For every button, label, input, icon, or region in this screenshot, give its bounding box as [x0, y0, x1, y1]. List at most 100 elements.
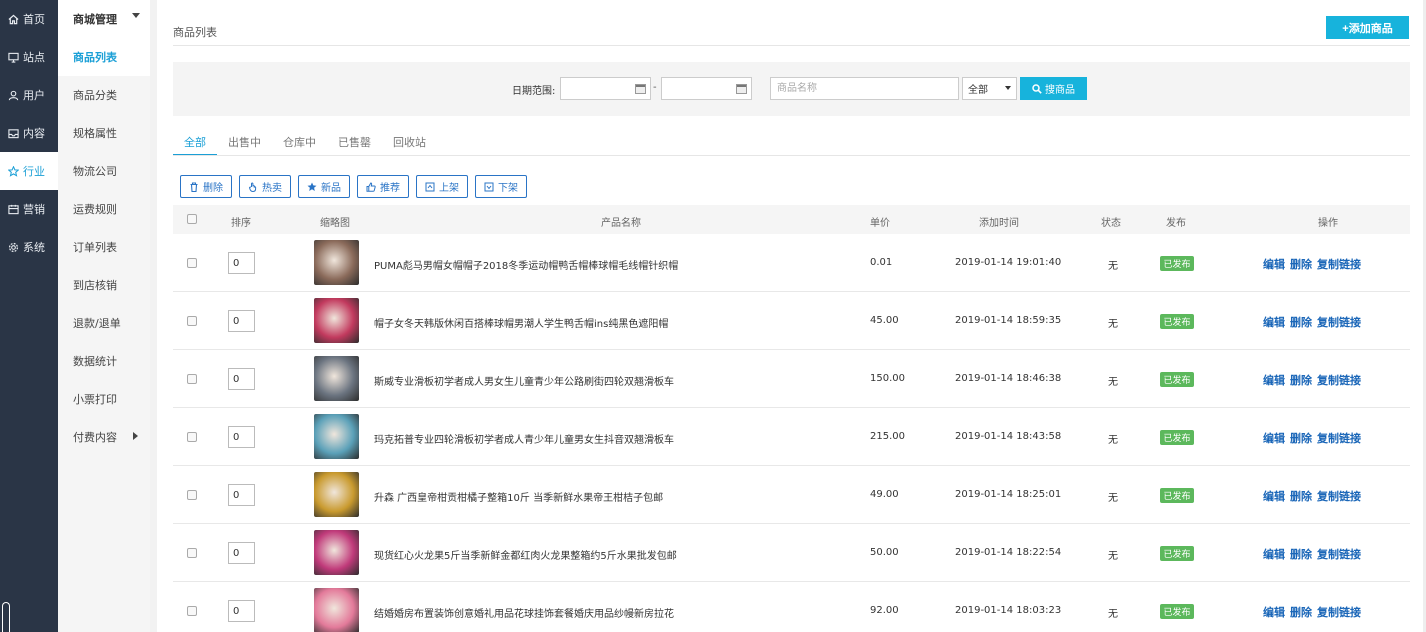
- edit-link[interactable]: 编辑: [1263, 372, 1285, 388]
- product-name[interactable]: 结婚婚房布置装饰创意婚礼用品花球挂饰套餐婚庆用品纱幔新房拉花: [374, 605, 674, 620]
- sidebar-item-product-category[interactable]: 商品分类: [58, 76, 150, 114]
- nav-item-content[interactable]: 内容: [0, 114, 58, 152]
- nav-item-system[interactable]: 系统: [0, 228, 58, 266]
- sidebar-group-shop[interactable]: 商城管理: [58, 0, 150, 38]
- row-checkbox[interactable]: [187, 316, 197, 326]
- copy-link-link[interactable]: 复制链接: [1317, 314, 1361, 330]
- copy-link-link[interactable]: 复制链接: [1317, 372, 1361, 388]
- delete-link[interactable]: 删除: [1290, 488, 1312, 504]
- search-products-button[interactable]: 搜商品: [1020, 77, 1087, 100]
- main-panel: 商品列表 +添加商品 日期范围: - 全部 搜商品 全部 出售中 仓库中 已售罄…: [157, 0, 1426, 632]
- product-thumbnail[interactable]: [314, 472, 359, 517]
- edit-link[interactable]: 编辑: [1263, 488, 1285, 504]
- row-checkbox[interactable]: [187, 548, 197, 558]
- sidebar-item-orders[interactable]: 订单列表: [58, 228, 150, 266]
- sidebar-item-store-verify[interactable]: 到店核销: [58, 266, 150, 304]
- sidebar-item-refunds[interactable]: 退款/退单: [58, 304, 150, 342]
- product-thumbnail[interactable]: [314, 414, 359, 459]
- sidebar-item-spec-attributes[interactable]: 规格属性: [58, 114, 150, 152]
- sidebar-item-receipt-print[interactable]: 小票打印: [58, 380, 150, 418]
- added-time: 2019-01-14 19:01:40: [955, 257, 1062, 268]
- sidebar-item-logistics[interactable]: 物流公司: [58, 152, 150, 190]
- end-date-input[interactable]: [661, 77, 752, 100]
- delete-link[interactable]: 删除: [1290, 256, 1312, 272]
- nav-item-marketing[interactable]: 营销: [0, 190, 58, 228]
- product-name[interactable]: 升森 广西皇帝柑贡柑橘子整箱10斤 当季新鲜水果帝王柑桔子包邮: [374, 489, 663, 504]
- sidebar-item-shipping-rules[interactable]: 运费规则: [58, 190, 150, 228]
- row-checkbox[interactable]: [187, 432, 197, 442]
- product-thumbnail[interactable]: [314, 356, 359, 401]
- status-select[interactable]: 全部: [962, 77, 1017, 100]
- sidebar-item-statistics[interactable]: 数据统计: [58, 342, 150, 380]
- sort-order-input[interactable]: [228, 426, 255, 448]
- list-button[interactable]: 上架: [416, 175, 468, 198]
- status-badge: 已发布: [1160, 488, 1194, 503]
- edit-link[interactable]: 编辑: [1263, 314, 1285, 330]
- date-range-separator: -: [653, 82, 657, 93]
- sort-order-input[interactable]: [228, 484, 255, 506]
- tab-all[interactable]: 全部: [173, 128, 217, 156]
- delete-button[interactable]: 删除: [180, 175, 232, 198]
- edit-link[interactable]: 编辑: [1263, 256, 1285, 272]
- added-time: 2019-01-14 18:25:01: [955, 489, 1062, 500]
- edit-link[interactable]: 编辑: [1263, 546, 1285, 562]
- title-divider: [173, 45, 1410, 46]
- row-checkbox[interactable]: [187, 606, 197, 616]
- nav-item-label: 内容: [23, 127, 45, 140]
- start-date-input[interactable]: [560, 77, 651, 100]
- header-price: 单价: [870, 218, 890, 229]
- nav-item-industry[interactable]: 行业: [0, 152, 58, 190]
- edit-link[interactable]: 编辑: [1263, 430, 1285, 446]
- sort-order-input[interactable]: [228, 310, 255, 332]
- delete-link[interactable]: 删除: [1290, 546, 1312, 562]
- sort-order-input[interactable]: [228, 542, 255, 564]
- delete-link[interactable]: 删除: [1290, 430, 1312, 446]
- product-name[interactable]: 玛克拓普专业四轮滑板初学者成人青少年儿童男女生抖音双翘滑板车: [374, 431, 674, 446]
- search-icon: [1032, 83, 1042, 94]
- sort-order-input[interactable]: [228, 368, 255, 390]
- product-name-input[interactable]: [770, 77, 959, 100]
- delist-button[interactable]: 下架: [475, 175, 527, 198]
- recommend-button[interactable]: 推荐: [357, 175, 409, 198]
- copy-link-link[interactable]: 复制链接: [1317, 488, 1361, 504]
- button-label: 热卖: [262, 183, 282, 194]
- copy-link-link[interactable]: 复制链接: [1317, 546, 1361, 562]
- new-product-button[interactable]: 新品: [298, 175, 350, 198]
- scrollbar-handle[interactable]: [2, 602, 10, 632]
- nav-item-site[interactable]: 站点: [0, 38, 58, 76]
- delete-link[interactable]: 删除: [1290, 314, 1312, 330]
- product-thumbnail[interactable]: [314, 240, 359, 285]
- product-thumbnail[interactable]: [314, 298, 359, 343]
- copy-link-link[interactable]: 复制链接: [1317, 430, 1361, 446]
- nav-item-home[interactable]: 首页: [0, 0, 58, 38]
- select-all-checkbox[interactable]: [187, 214, 197, 224]
- sidebar-item-product-list[interactable]: 商品列表: [58, 38, 150, 76]
- sort-order-input[interactable]: [228, 252, 255, 274]
- row-checkbox[interactable]: [187, 374, 197, 384]
- copy-link-link[interactable]: 复制链接: [1317, 256, 1361, 272]
- delete-link[interactable]: 删除: [1290, 372, 1312, 388]
- delete-link[interactable]: 删除: [1290, 604, 1312, 620]
- tab-recycle-bin[interactable]: 回收站: [382, 128, 437, 156]
- tab-sold-out[interactable]: 已售罄: [327, 128, 382, 156]
- copy-link-link[interactable]: 复制链接: [1317, 604, 1361, 620]
- tab-on-sale[interactable]: 出售中: [217, 128, 272, 156]
- product-name[interactable]: 现货红心火龙果5斤当季新鲜金都红肉火龙果整箱约5斤水果批发包邮: [374, 547, 677, 562]
- nav-item-user[interactable]: 用户: [0, 76, 58, 114]
- product-thumbnail[interactable]: [314, 530, 359, 575]
- product-thumbnail[interactable]: [314, 588, 359, 632]
- tab-in-warehouse[interactable]: 仓库中: [272, 128, 327, 156]
- row-checkbox[interactable]: [187, 490, 197, 500]
- status-badge: 已发布: [1160, 256, 1194, 271]
- product-name[interactable]: 帽子女冬天韩版休闲百搭棒球帽男潮人学生鸭舌帽ins纯黑色遮阳帽: [374, 315, 668, 330]
- sidebar-item-paid-content[interactable]: 付费内容: [58, 418, 150, 456]
- sort-order-input[interactable]: [228, 600, 255, 622]
- edit-link[interactable]: 编辑: [1263, 604, 1285, 620]
- add-product-button[interactable]: +添加商品: [1326, 16, 1409, 39]
- product-name[interactable]: 斯威专业滑板初学者成人男女生儿童青少年公路刷街四轮双翘滑板车: [374, 373, 674, 388]
- product-table: 排序 缩略图 产品名称 单价 添加时间 状态 发布 操作 PUMA彪马男帽女帽帽…: [173, 205, 1410, 632]
- row-checkbox[interactable]: [187, 258, 197, 268]
- hot-sale-button[interactable]: 热卖: [239, 175, 291, 198]
- button-label: 上架: [439, 183, 459, 194]
- product-name[interactable]: PUMA彪马男帽女帽帽子2018冬季运动帽鸭舌帽棒球帽毛线帽针织帽: [374, 257, 678, 272]
